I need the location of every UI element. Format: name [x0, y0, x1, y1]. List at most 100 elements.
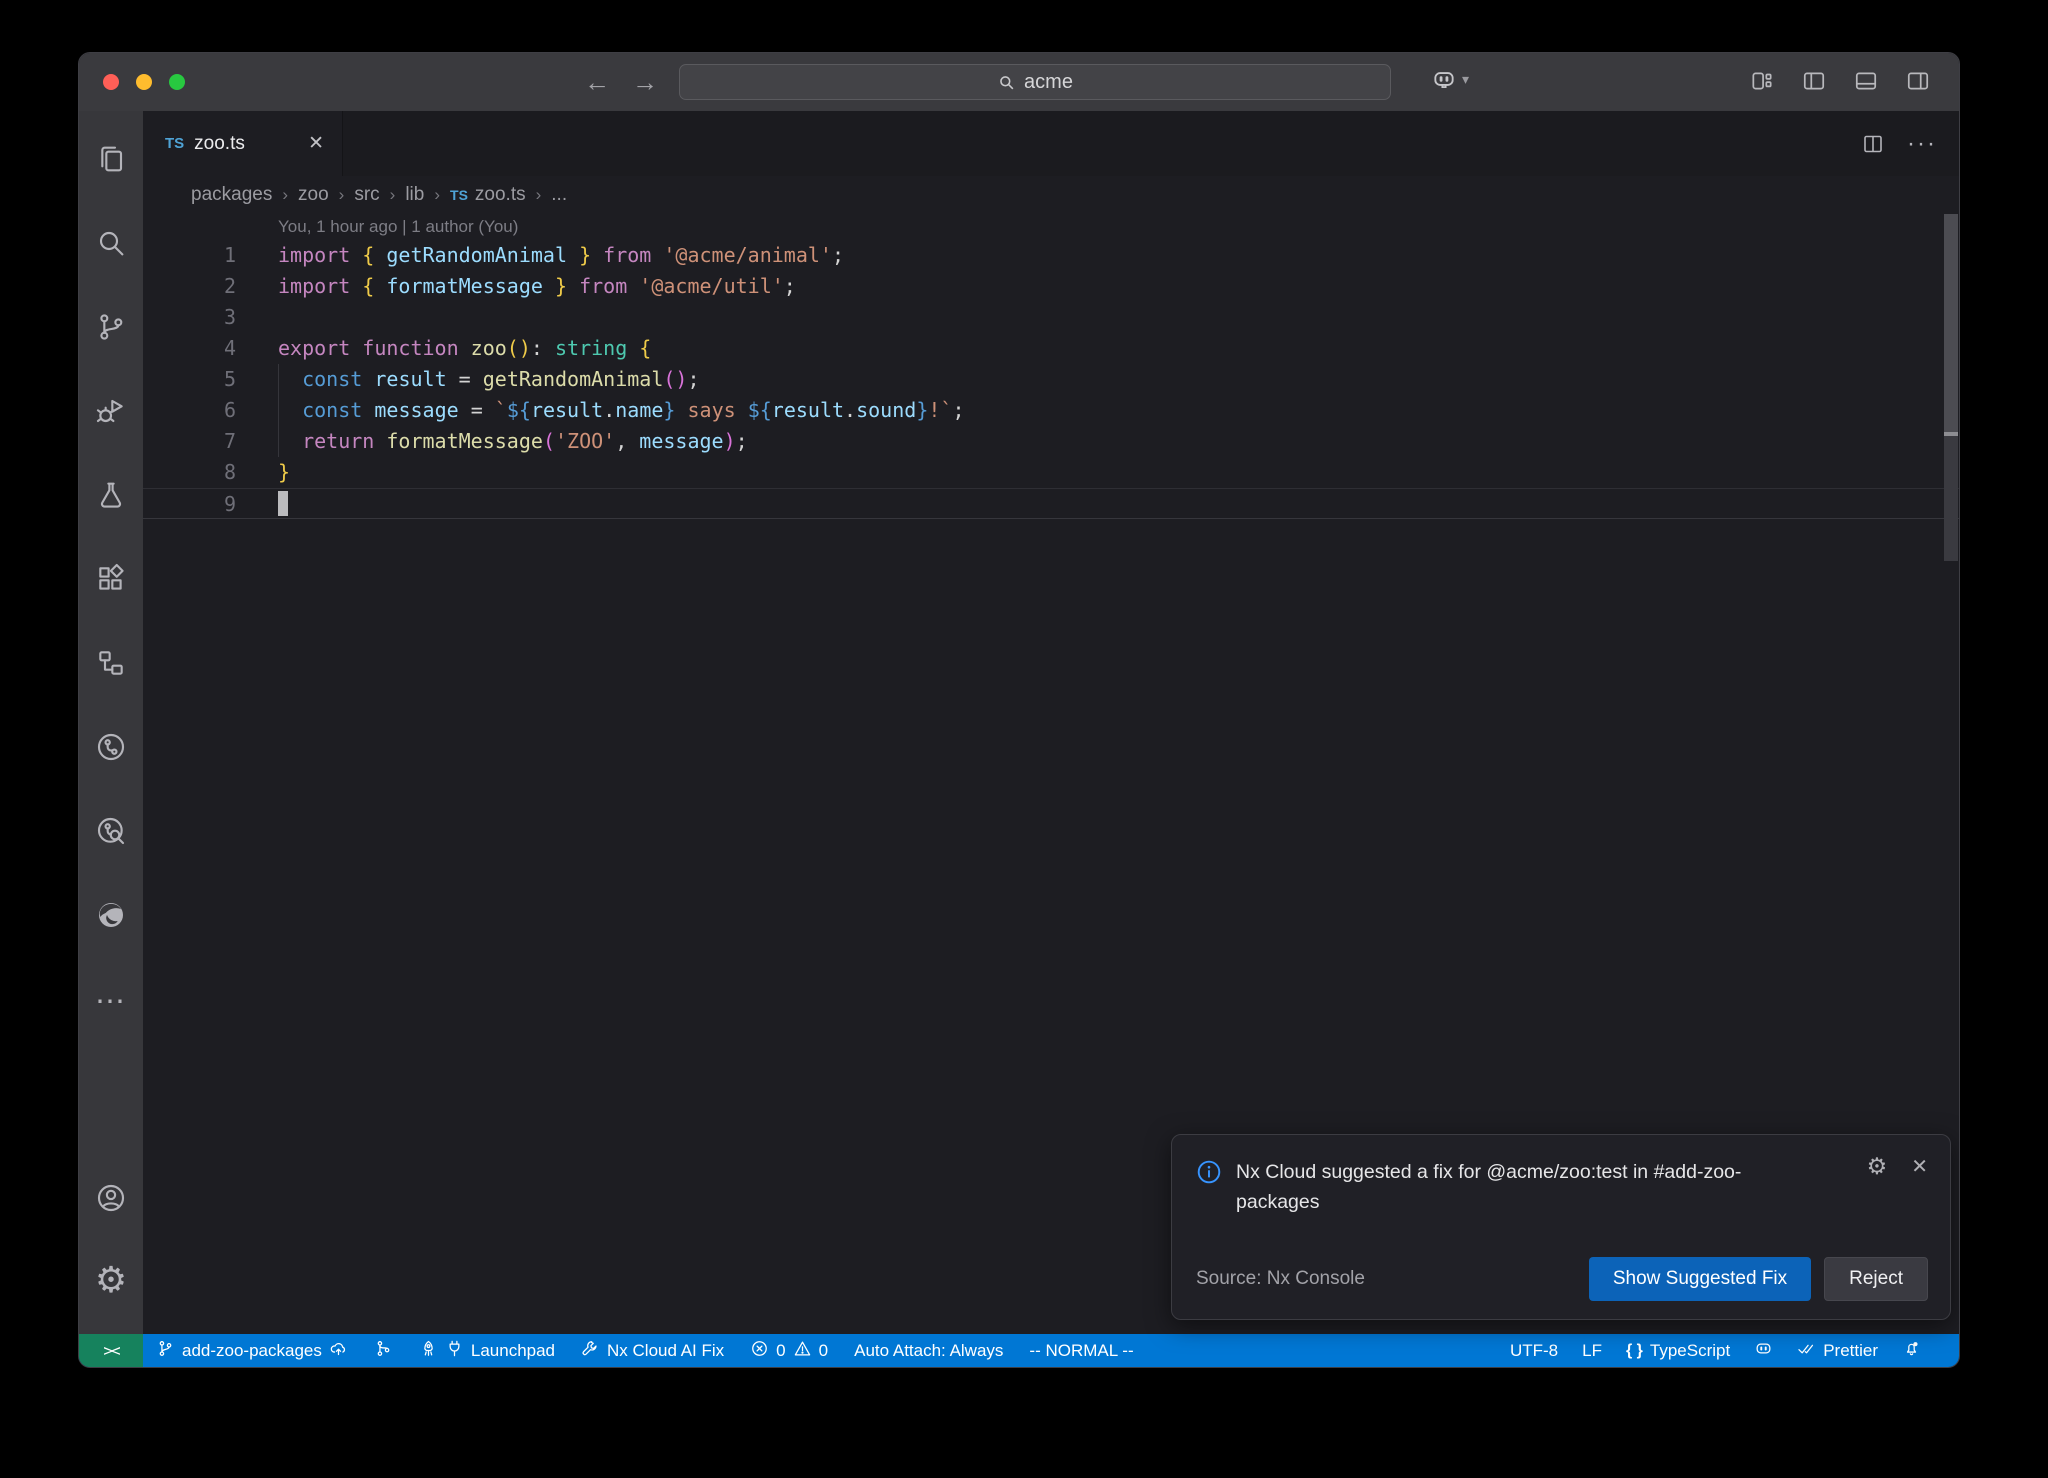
toggle-primary-sidebar-icon[interactable] [1801, 68, 1827, 94]
scrollbar-thumb[interactable] [1944, 214, 1958, 432]
notification-settings-gear-icon[interactable]: ⚙ [1867, 1155, 1888, 1179]
breadcrumb-separator-icon: › [339, 185, 345, 205]
show-suggested-fix-button[interactable]: Show Suggested Fix [1589, 1257, 1811, 1301]
breadcrumb-item[interactable]: zoo [298, 184, 329, 206]
status-item[interactable]: add-zoo-packages [143, 1334, 361, 1367]
gitlens-icon [95, 731, 127, 768]
explorer-icon [95, 143, 127, 180]
copilot-menu[interactable]: ▾ [1431, 66, 1469, 92]
desktop-background: ← → acme ▾ [0, 0, 2048, 1478]
text-cursor [278, 491, 288, 516]
activity-item-edge-tools[interactable] [79, 875, 143, 959]
typescript-file-icon: TS [165, 135, 184, 152]
breadcrumb-item[interactable]: lib [405, 184, 424, 206]
customize-layout-icon[interactable] [1749, 68, 1775, 94]
notification-message: Nx Cloud suggested a fix for @acme/zoo:t… [1236, 1157, 1796, 1217]
error-circle-icon [750, 1339, 769, 1363]
status-item[interactable]: Nx Cloud AI Fix [568, 1334, 737, 1367]
status-item[interactable]: -- NORMAL -- [1016, 1334, 1146, 1367]
git-branch-icon [156, 1339, 175, 1363]
breadcrumb-separator-icon: › [536, 185, 542, 205]
status-item[interactable]: LF [1570, 1334, 1614, 1367]
code-line: 4export function zoo(): string { [143, 333, 1959, 364]
wrench-icon [581, 1339, 600, 1363]
status-item[interactable] [361, 1334, 406, 1367]
tab-bar: TS zoo.ts ✕ ··· [143, 111, 1959, 176]
status-item[interactable]: Launchpad [406, 1334, 568, 1367]
chevron-down-icon: ▾ [1462, 71, 1469, 88]
line-number: 5 [143, 364, 236, 395]
activity-item-settings[interactable]: ⚙ [79, 1240, 143, 1320]
activity-item-source-control[interactable] [79, 287, 143, 371]
status-text: UTF-8 [1510, 1341, 1558, 1361]
activity-bar: ⋯ ⚙ [79, 111, 143, 1334]
search-icon [997, 73, 1016, 92]
code-line: 6 const message = `${result.name} says $… [143, 395, 1959, 426]
activity-item-gitlens-inspect[interactable] [79, 791, 143, 875]
status-text: -- NORMAL -- [1029, 1341, 1133, 1361]
activity-item-run-debug[interactable] [79, 371, 143, 455]
notification-close-icon[interactable]: ✕ [1911, 1155, 1928, 1179]
notification-toast: Nx Cloud suggested a fix for @acme/zoo:t… [1171, 1134, 1951, 1320]
remote-indicator[interactable]: >< [79, 1334, 143, 1367]
breadcrumb-item[interactable]: packages [191, 184, 272, 206]
line-number: 8 [143, 457, 236, 488]
status-bar: >< add-zoo-packages Launchpad Nx Cloud AI … [79, 1334, 1959, 1367]
activity-item-nx-console[interactable] [79, 623, 143, 707]
activity-item-testing[interactable] [79, 455, 143, 539]
breadcrumb-file[interactable]: TSzoo.ts [450, 184, 526, 206]
activity-item-explorer[interactable] [79, 119, 143, 203]
line-number: 2 [143, 271, 236, 302]
vscode-window: ← → acme ▾ [78, 52, 1960, 1368]
status-text: Auto Attach: Always [854, 1341, 1003, 1361]
status-text: Prettier [1823, 1341, 1878, 1361]
status-item[interactable]: Auto Attach: Always [841, 1334, 1016, 1367]
window-controls [103, 74, 185, 90]
forward-arrow-icon[interactable]: → [632, 69, 658, 95]
line-number: 4 [143, 333, 236, 364]
testing-icon [95, 479, 127, 516]
minimize-window-button[interactable] [136, 74, 152, 90]
line-number: 9 [143, 489, 236, 518]
back-arrow-icon[interactable]: ← [584, 69, 610, 95]
status-text: Nx Cloud AI Fix [607, 1341, 724, 1361]
status-text: Launchpad [471, 1341, 555, 1361]
line-number: 7 [143, 426, 236, 457]
close-tab-icon[interactable]: ✕ [308, 132, 324, 155]
toggle-secondary-sidebar-icon[interactable] [1905, 68, 1931, 94]
close-window-button[interactable] [103, 74, 119, 90]
tab-zoo-ts[interactable]: TS zoo.ts ✕ [143, 111, 343, 176]
status-item[interactable]: { }TypeScript [1614, 1334, 1742, 1367]
activity-item-gitlens[interactable] [79, 707, 143, 791]
activity-item-more[interactable]: ⋯ [79, 959, 143, 1043]
code-line: 7 return formatMessage('ZOO', message); [143, 426, 1959, 457]
more-actions-icon[interactable]: ··· [1907, 130, 1937, 158]
split-editor-icon[interactable] [1861, 132, 1885, 156]
search-icon [95, 227, 127, 264]
activity-item-account[interactable] [79, 1160, 143, 1240]
git-blame-annotation: You, 1 hour ago | 1 author (You) [143, 214, 1959, 240]
info-icon [1196, 1159, 1222, 1185]
extensions-icon [95, 563, 127, 600]
gitlens-inspect-icon [95, 815, 127, 852]
breadcrumb-item[interactable]: src [354, 184, 379, 206]
code-line: 2import { formatMessage } from '@acme/ut… [143, 271, 1959, 302]
double-check-icon [1797, 1339, 1816, 1363]
activity-item-search[interactable] [79, 203, 143, 287]
status-item[interactable]: Prettier [1785, 1334, 1890, 1367]
source-control-icon [95, 311, 127, 348]
status-item[interactable]: UTF-8 [1498, 1334, 1570, 1367]
status-text: 0 [776, 1341, 785, 1361]
breadcrumb-overflow[interactable]: ... [551, 184, 567, 206]
status-item[interactable] [1890, 1334, 1933, 1367]
activity-item-extensions[interactable] [79, 539, 143, 623]
status-item[interactable] [1742, 1334, 1785, 1367]
toggle-panel-icon[interactable] [1853, 68, 1879, 94]
zoom-window-button[interactable] [169, 74, 185, 90]
reject-button[interactable]: Reject [1824, 1257, 1928, 1301]
scrollbar-thumb-lower[interactable] [1944, 436, 1958, 561]
code-line: 9 [143, 488, 1959, 519]
command-center-search[interactable]: acme [679, 64, 1391, 100]
status-item[interactable]: 00 [737, 1334, 841, 1367]
breadcrumb-separator-icon: › [390, 185, 396, 205]
